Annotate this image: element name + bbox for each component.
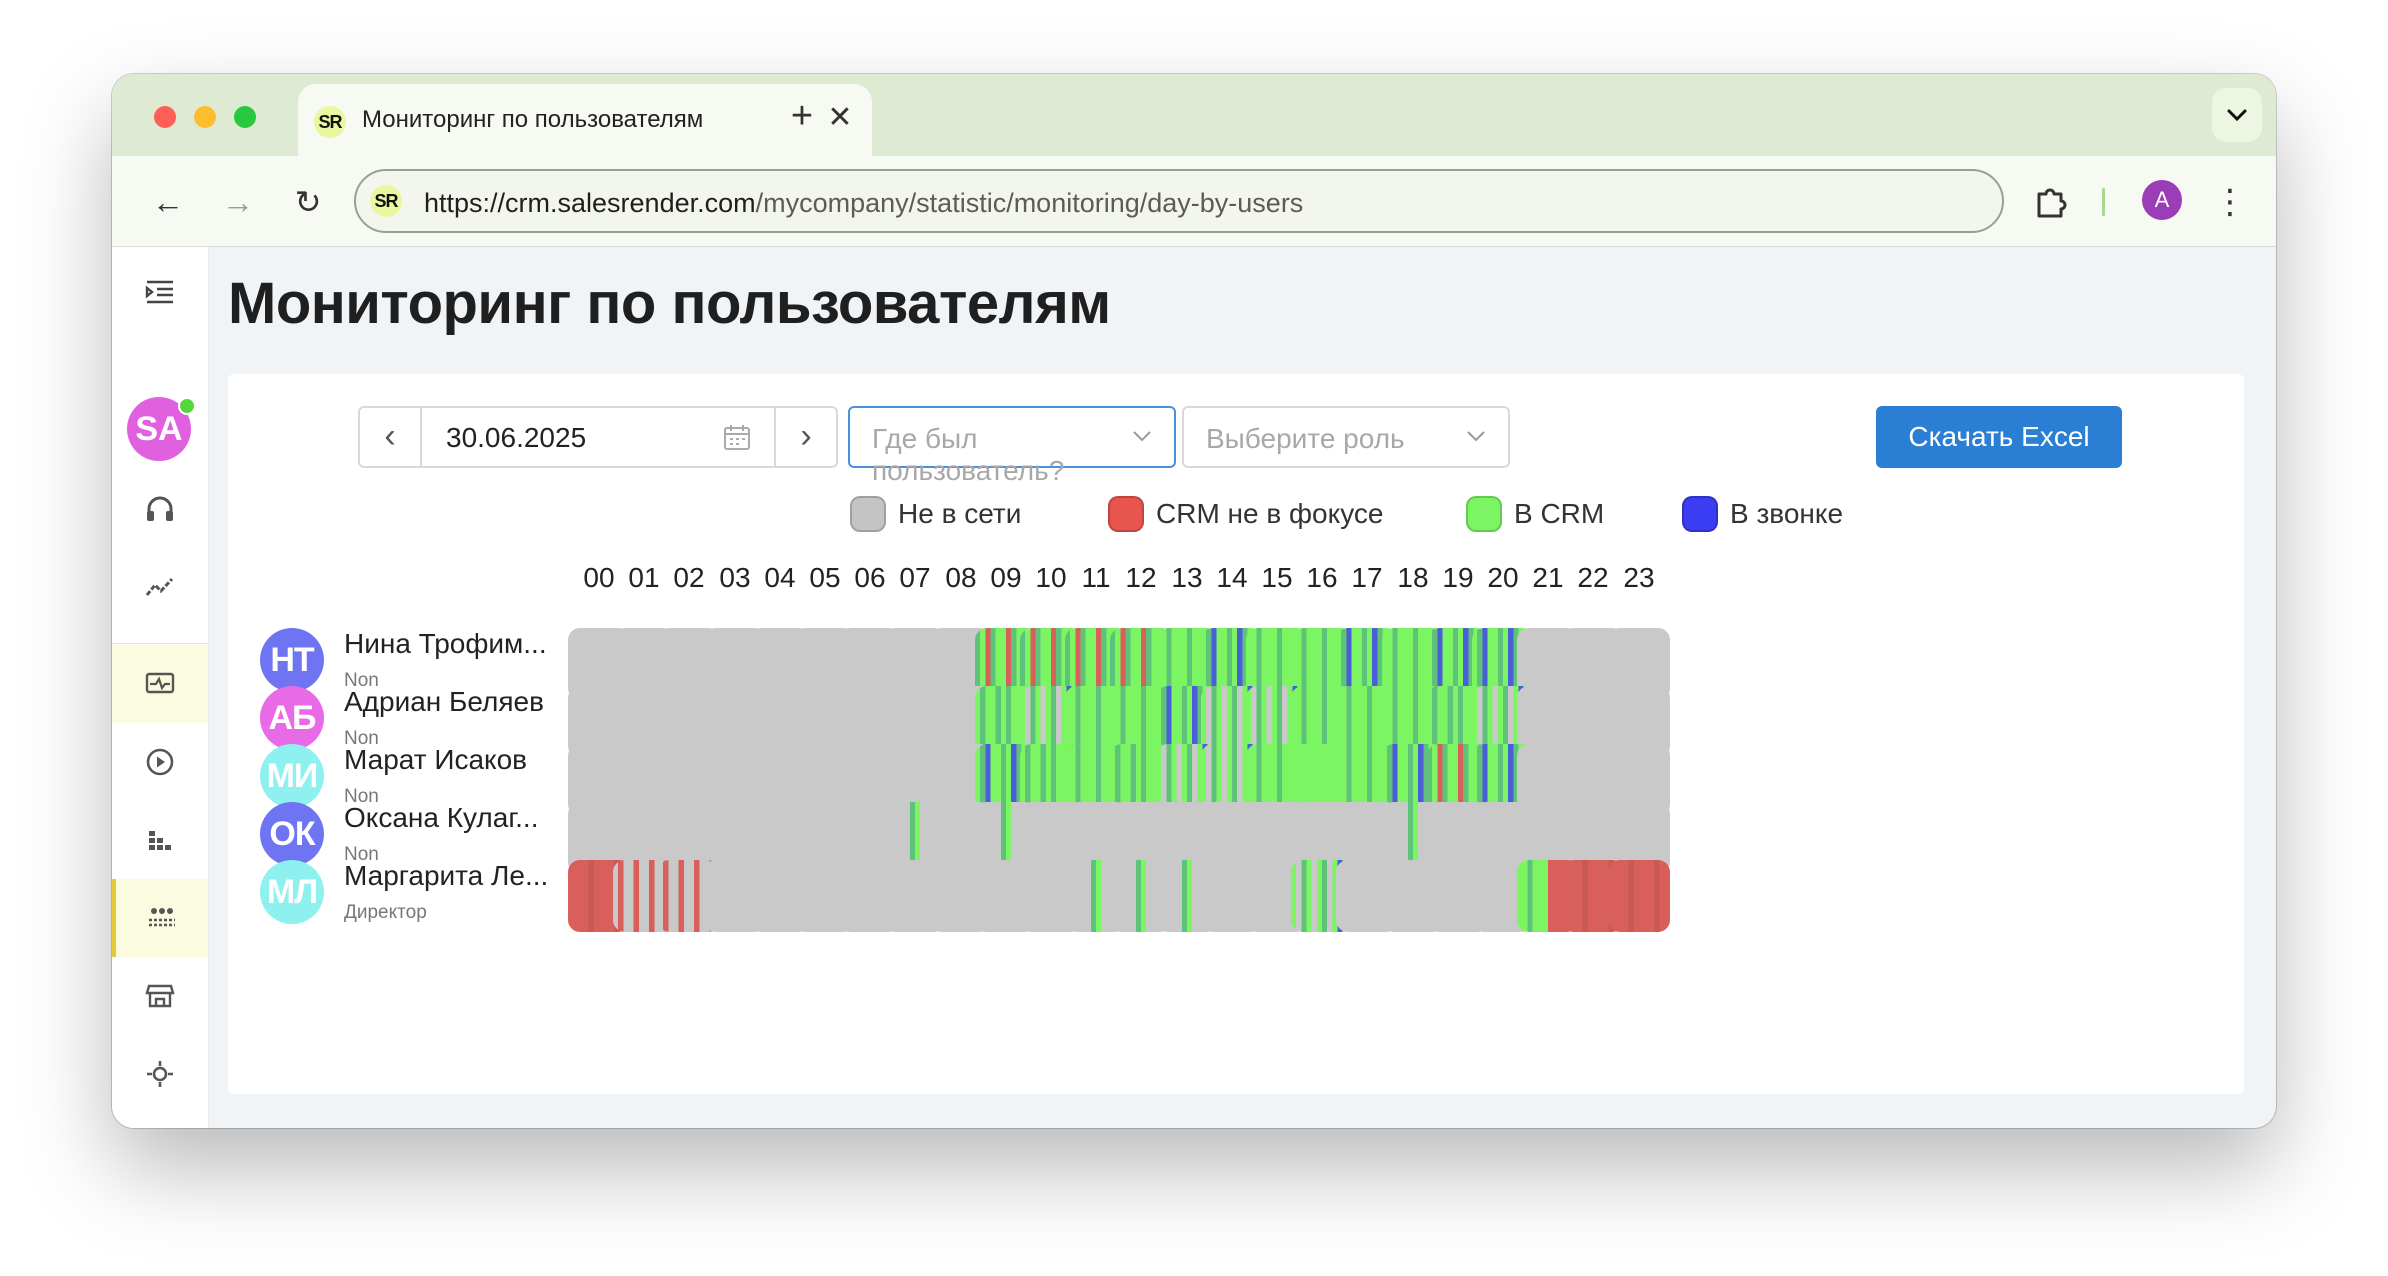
legend-label: В звонке — [1730, 498, 1844, 529]
settings-icon — [147, 1061, 173, 1087]
legend-swatch — [1466, 496, 1502, 532]
user-avatar: МЛ — [260, 860, 324, 924]
legend-item-crm-unfocused: CRM не в фокусе — [1108, 492, 1383, 536]
previous-day-button[interactable]: ‹ — [360, 408, 422, 466]
new-tab-button[interactable]: + — [780, 94, 824, 138]
menu-indent-icon — [145, 280, 173, 304]
status-legend: Не в сети CRM не в фокусе В CRM В звонке — [228, 492, 2244, 536]
users-grid-icon — [149, 908, 175, 927]
app-sidebar: SA — [112, 247, 209, 1128]
trending-chart-icon — [145, 577, 174, 596]
toolbar-divider — [2102, 188, 2105, 216]
url-host: https://crm.salesrender.com — [424, 188, 756, 218]
monitoring-card: ‹ 30.06.2025 › Где был пользователь? Выб… — [228, 374, 2244, 1094]
forward-button[interactable]: → — [214, 178, 262, 226]
play-circle-icon — [146, 748, 174, 776]
extensions-puzzle-icon[interactable] — [2026, 178, 2074, 226]
sidebar-toggle-button[interactable] — [112, 253, 208, 331]
legend-label: В CRM — [1514, 498, 1605, 529]
calendar-icon[interactable] — [722, 422, 752, 452]
browser-menu-icon[interactable]: ⋮ — [2210, 178, 2250, 226]
date-input[interactable]: 30.06.2025 — [446, 422, 586, 454]
close-tab-icon[interactable]: ✕ — [820, 98, 860, 138]
user-name: Адриан Беляев — [344, 686, 545, 717]
store-icon — [145, 984, 175, 1008]
role-select[interactable]: Выберите роль — [1182, 406, 1510, 468]
legend-item-in-crm: В CRM — [1466, 492, 1604, 536]
tab-search-button[interactable] — [2212, 88, 2262, 142]
role-select-placeholder: Выберите роль — [1206, 423, 1405, 454]
url-text: https://crm.salesrender.com/mycompany/st… — [424, 188, 1303, 219]
legend-swatch — [850, 496, 886, 532]
user-name: Марат Исаков — [344, 744, 528, 775]
sidebar-item-store[interactable] — [112, 957, 208, 1035]
site-favicon-icon: SR — [314, 106, 346, 138]
user-name: Оксана Кулаг... — [344, 802, 539, 833]
sidebar-item-monitoring[interactable] — [112, 645, 208, 723]
user-name: Нина Трофим... — [344, 628, 547, 659]
sidebar-item-user-monitoring[interactable] — [112, 879, 208, 957]
page-title: Мониторинг по пользователям — [228, 271, 1111, 336]
user-row[interactable]: МЛ Маргарита Ле... Директор — [260, 856, 590, 934]
hour-header-row: 00 01 02 03 04 05 06 07 08 09 10 11 12 13 14 15 16 17 18 19… — [568, 562, 2222, 602]
maximize-window-button[interactable] — [234, 106, 256, 128]
minimize-window-button[interactable] — [194, 106, 216, 128]
legend-swatch — [1108, 496, 1144, 532]
sidebar-divider — [112, 643, 208, 644]
sidebar-item-analytics[interactable] — [112, 548, 208, 626]
legend-label: CRM не в фокусе — [1156, 498, 1384, 529]
profile-avatar[interactable]: A — [2142, 180, 2182, 220]
download-excel-button[interactable]: Скачать Excel — [1876, 406, 2122, 468]
activity-grid — [568, 628, 2222, 1058]
location-select-placeholder: Где был пользователь? — [872, 423, 1065, 486]
activity-cell[interactable] — [1608, 860, 1670, 932]
legend-item-in-call: В звонке — [1682, 492, 1843, 536]
date-picker: ‹ 30.06.2025 › — [358, 406, 838, 468]
reload-button[interactable]: ↻ — [284, 178, 332, 226]
sidebar-item-calls[interactable] — [112, 470, 208, 548]
tab-title: Мониторинг по пользователям — [362, 106, 704, 133]
browser-window: SR Мониторинг по пользователям ✕ + ← → ↻… — [112, 74, 2276, 1128]
user-name: Маргарита Ле... — [344, 860, 549, 891]
online-status-dot — [178, 397, 196, 415]
chevron-down-icon — [2227, 109, 2247, 122]
back-button[interactable]: ← — [144, 178, 192, 226]
filters-bar: ‹ 30.06.2025 › Где был пользователь? Выб… — [228, 406, 2244, 486]
legend-item-offline: Не в сети — [850, 492, 1021, 536]
legend-swatch — [1682, 496, 1718, 532]
location-select[interactable]: Где был пользователь? — [848, 406, 1176, 486]
url-path: /mycompany/statistic/monitoring/day-by-u… — [755, 188, 1304, 218]
headset-icon — [147, 496, 173, 521]
monitor-pulse-icon — [145, 672, 175, 694]
sidebar-item-reports[interactable] — [112, 801, 208, 879]
next-day-button[interactable]: › — [774, 408, 836, 466]
site-info-icon[interactable]: SR — [370, 185, 402, 217]
chevron-down-icon — [1133, 431, 1151, 442]
browser-toolbar: ← → ↻ SR https://crm.salesrender.com/myc… — [112, 156, 2276, 247]
address-bar[interactable]: SR https://crm.salesrender.com/mycompany… — [354, 169, 2004, 233]
close-window-button[interactable] — [154, 106, 176, 128]
legend-label: Не в сети — [898, 498, 1022, 529]
tab-bar: SR Мониторинг по пользователям ✕ + — [112, 74, 2276, 156]
chevron-down-icon — [1467, 431, 1485, 442]
sidebar-item-settings[interactable] — [112, 1035, 208, 1113]
user-role: Директор — [344, 902, 427, 923]
sidebar-item-recordings[interactable] — [112, 723, 208, 801]
hour-label: 23 — [1623, 562, 1655, 593]
bar-blocks-icon — [149, 831, 171, 850]
